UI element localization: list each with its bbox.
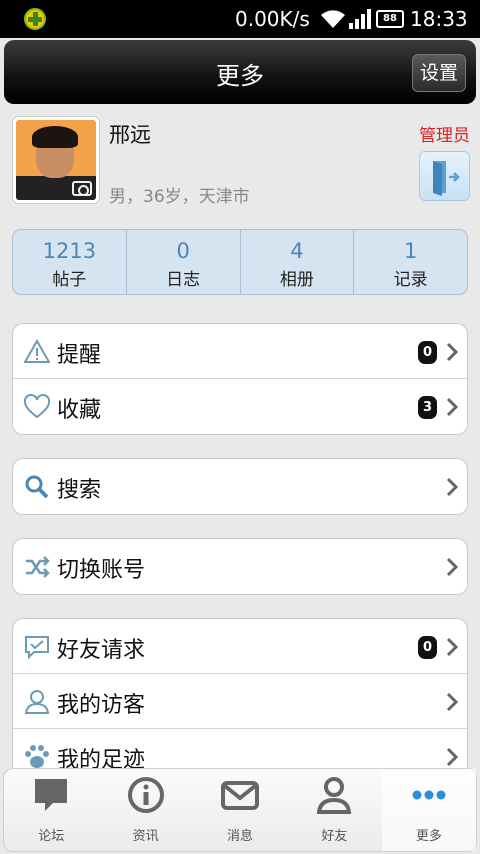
- chevron-right-icon: [446, 342, 459, 362]
- status-bar: 0.00K/s 88 18:33: [0, 0, 480, 38]
- chevron-right-icon: [446, 477, 459, 497]
- more-dots-icon: [412, 790, 446, 800]
- count-badge: 0: [418, 341, 437, 364]
- stat-logs[interactable]: 0 日志: [127, 230, 241, 294]
- app-notification-icon: [24, 8, 46, 30]
- battery-icon: 88: [376, 10, 404, 28]
- avatar[interactable]: [13, 117, 99, 203]
- menu-group-account: 切换账号: [12, 538, 468, 595]
- menu-item-favorites[interactable]: 收藏 3: [13, 379, 467, 434]
- person-icon: [317, 777, 352, 814]
- camera-icon: [72, 181, 92, 196]
- menu-group-notices: 提醒 0 收藏 3: [12, 323, 468, 435]
- bottom-tab-bar: 论坛 资讯 消息 好友 更多: [3, 768, 477, 852]
- tab-messages[interactable]: 消息: [193, 769, 287, 851]
- tab-more[interactable]: 更多: [381, 769, 477, 851]
- menu-group-friends: 好友请求 0 我的访客 我的足迹: [12, 618, 468, 778]
- chevron-right-icon: [446, 637, 459, 657]
- chevron-right-icon: [446, 747, 459, 767]
- chevron-right-icon: [446, 557, 459, 577]
- page-title: 更多: [216, 62, 264, 90]
- stats-bar: 1213 帖子 0 日志 4 相册 1 记录: [12, 229, 468, 295]
- menu-item-switch-account[interactable]: 切换账号: [13, 539, 467, 594]
- count-badge: 3: [418, 396, 437, 419]
- tab-friends[interactable]: 好友: [287, 769, 381, 851]
- wifi-icon: [321, 10, 345, 28]
- menu-item-visitors[interactable]: 我的访客: [13, 674, 467, 729]
- title-bar: 更多 设置: [4, 40, 476, 104]
- exit-door-icon: [433, 161, 460, 196]
- menu-item-alerts[interactable]: 提醒 0: [13, 324, 467, 379]
- paw-icon: [25, 745, 49, 768]
- settings-button[interactable]: 设置: [412, 54, 466, 92]
- clock: 18:33: [410, 7, 468, 31]
- menu-item-search[interactable]: 搜索: [13, 459, 467, 514]
- stat-albums[interactable]: 4 相册: [241, 230, 355, 294]
- shuffle-icon: [26, 556, 50, 578]
- user-role: 管理员: [419, 126, 470, 146]
- info-icon: [127, 777, 164, 813]
- signal-icon: [349, 9, 371, 29]
- chat-check-icon: [25, 636, 49, 660]
- heart-icon: [24, 394, 50, 419]
- user-icon: [24, 690, 50, 714]
- network-speed: 0.00K/s: [235, 7, 310, 31]
- search-icon: [25, 475, 49, 499]
- speech-bubble-icon: [35, 779, 68, 811]
- menu-group-search: 搜索: [12, 458, 468, 515]
- warning-icon: [24, 339, 50, 363]
- user-info: 男，36岁，天津市: [109, 187, 250, 207]
- stat-posts[interactable]: 1213 帖子: [13, 230, 127, 294]
- envelope-icon: [221, 781, 260, 810]
- logout-button[interactable]: [419, 151, 470, 201]
- chevron-right-icon: [446, 692, 459, 712]
- tab-forum[interactable]: 论坛: [4, 769, 98, 851]
- user-name: 邢远: [109, 123, 151, 147]
- chevron-right-icon: [446, 397, 459, 417]
- count-badge: 0: [418, 636, 437, 659]
- stat-records[interactable]: 1 记录: [354, 230, 467, 294]
- tab-news[interactable]: 资讯: [98, 769, 192, 851]
- menu-item-friend-requests[interactable]: 好友请求 0: [13, 619, 467, 674]
